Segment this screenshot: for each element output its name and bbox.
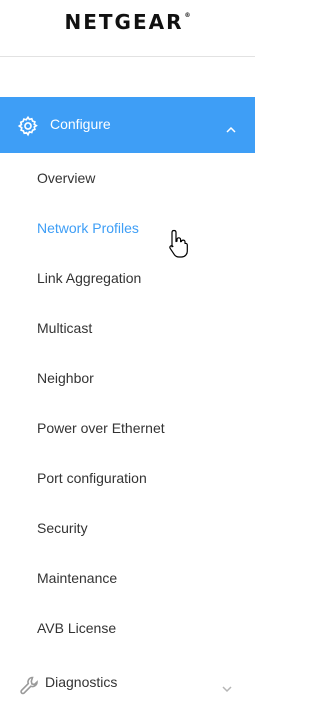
logo-area: NETGEAR® <box>0 0 255 57</box>
brand-name: NETGEAR <box>64 10 184 34</box>
menu-item-label: Link Aggregation <box>37 270 142 286</box>
chevron-down-icon <box>221 680 233 693</box>
chevron-up-icon <box>225 121 237 133</box>
menu-item-maintenance[interactable]: Maintenance <box>0 553 255 603</box>
menu-item-power-over-ethernet[interactable]: Power over Ethernet <box>0 403 255 453</box>
menu-item-overview[interactable]: Overview <box>0 153 255 203</box>
configure-menu-header[interactable]: Configure <box>0 97 255 153</box>
menu-item-label: Security <box>37 520 88 536</box>
menu-item-label: Maintenance <box>37 570 118 586</box>
menu-item-avb-license[interactable]: AVB License <box>0 603 255 653</box>
gear-icon <box>17 115 39 137</box>
registered-mark: ® <box>184 12 191 19</box>
menu-item-label: Multicast <box>37 320 93 336</box>
menu-item-label: Overview <box>37 170 96 186</box>
menu-item-label: Port configuration <box>37 470 147 486</box>
menu-item-label: Neighbor <box>37 370 94 386</box>
menu-item-neighbor[interactable]: Neighbor <box>0 353 255 403</box>
menu-item-label: AVB License <box>37 620 117 636</box>
menu-item-network-profiles[interactable]: Network Profiles <box>0 203 255 253</box>
menu-item-security[interactable]: Security <box>0 503 255 553</box>
menu-item-label: Power over Ethernet <box>37 420 165 436</box>
configure-label: Configure <box>50 116 111 132</box>
menu-item-link-aggregation[interactable]: Link Aggregation <box>0 253 255 303</box>
diagnostics-label: Diagnostics <box>45 674 118 690</box>
wrench-icon <box>18 674 42 698</box>
netgear-logo: NETGEAR® <box>0 10 255 34</box>
diagnostics-menu-header[interactable]: Diagnostics <box>0 650 255 706</box>
menu-item-multicast[interactable]: Multicast <box>0 303 255 353</box>
menu-item-port-configuration[interactable]: Port configuration <box>0 453 255 503</box>
menu-item-label: Network Profiles <box>37 220 139 236</box>
